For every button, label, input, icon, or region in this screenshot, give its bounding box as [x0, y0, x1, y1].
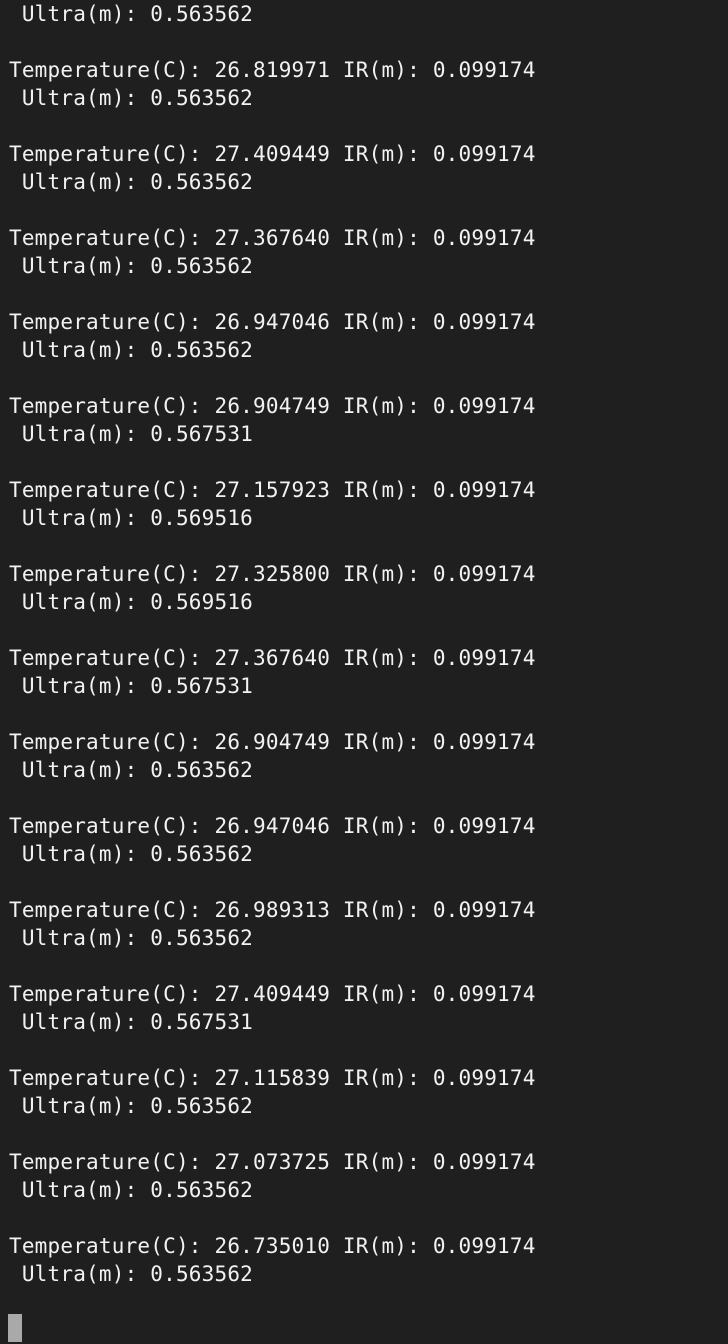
terminal-line: Ultra(m): 0.563562: [9, 254, 254, 278]
terminal-line: Temperature(C): 26.947046 IR(m): 0.09917…: [9, 310, 536, 334]
terminal-line: Ultra(m): 0.563562: [9, 758, 254, 782]
terminal-line: Ultra(m): 0.563562: [9, 170, 254, 194]
terminal-line: Temperature(C): 27.073725 IR(m): 0.09917…: [9, 1150, 536, 1174]
terminal-line: Temperature(C): 27.325800 IR(m): 0.09917…: [9, 562, 536, 586]
terminal-line: Temperature(C): 27.115839 IR(m): 0.09917…: [9, 1066, 536, 1090]
terminal-line: Temperature(C): 26.735010 IR(m): 0.09917…: [9, 1234, 536, 1258]
terminal-line: Temperature(C): 26.989313 IR(m): 0.09917…: [9, 898, 536, 922]
terminal-line: Temperature(C): 26.819971 IR(m): 0.09917…: [9, 58, 536, 82]
terminal-line: Temperature(C): 26.904749 IR(m): 0.09917…: [9, 730, 536, 754]
terminal-line: Ultra(m): 0.563562: [9, 1178, 254, 1202]
terminal-line: Ultra(m): 0.569516: [9, 506, 254, 530]
terminal-line: Temperature(C): 27.367640 IR(m): 0.09917…: [9, 646, 536, 670]
terminal-line: Ultra(m): 0.563562: [9, 1262, 254, 1286]
terminal-output[interactable]: Ultra(m): 0.563562 Temperature(C): 26.81…: [0, 0, 728, 1344]
terminal-line: Ultra(m): 0.563562: [9, 1094, 254, 1118]
terminal-line: Temperature(C): 27.367640 IR(m): 0.09917…: [9, 226, 536, 250]
terminal-line: Temperature(C): 27.409449 IR(m): 0.09917…: [9, 142, 536, 166]
terminal-line: Ultra(m): 0.563562: [9, 86, 254, 110]
terminal-line: Ultra(m): 0.567531: [9, 422, 254, 446]
terminal-line: Ultra(m): 0.563562: [9, 338, 254, 362]
terminal-line: Temperature(C): 27.157923 IR(m): 0.09917…: [9, 478, 536, 502]
terminal-line: Ultra(m): 0.563562: [9, 2, 254, 26]
terminal-line: Ultra(m): 0.563562: [9, 842, 254, 866]
terminal-cursor: [8, 1314, 22, 1342]
terminal-line: Temperature(C): 26.904749 IR(m): 0.09917…: [9, 394, 536, 418]
terminal-line: Temperature(C): 26.947046 IR(m): 0.09917…: [9, 814, 536, 838]
terminal-line: Ultra(m): 0.563562: [9, 926, 254, 950]
terminal-line: Temperature(C): 27.409449 IR(m): 0.09917…: [9, 982, 536, 1006]
terminal-line: Ultra(m): 0.567531: [9, 674, 254, 698]
terminal-line: Ultra(m): 0.569516: [9, 590, 254, 614]
terminal-line: Ultra(m): 0.567531: [9, 1010, 254, 1034]
